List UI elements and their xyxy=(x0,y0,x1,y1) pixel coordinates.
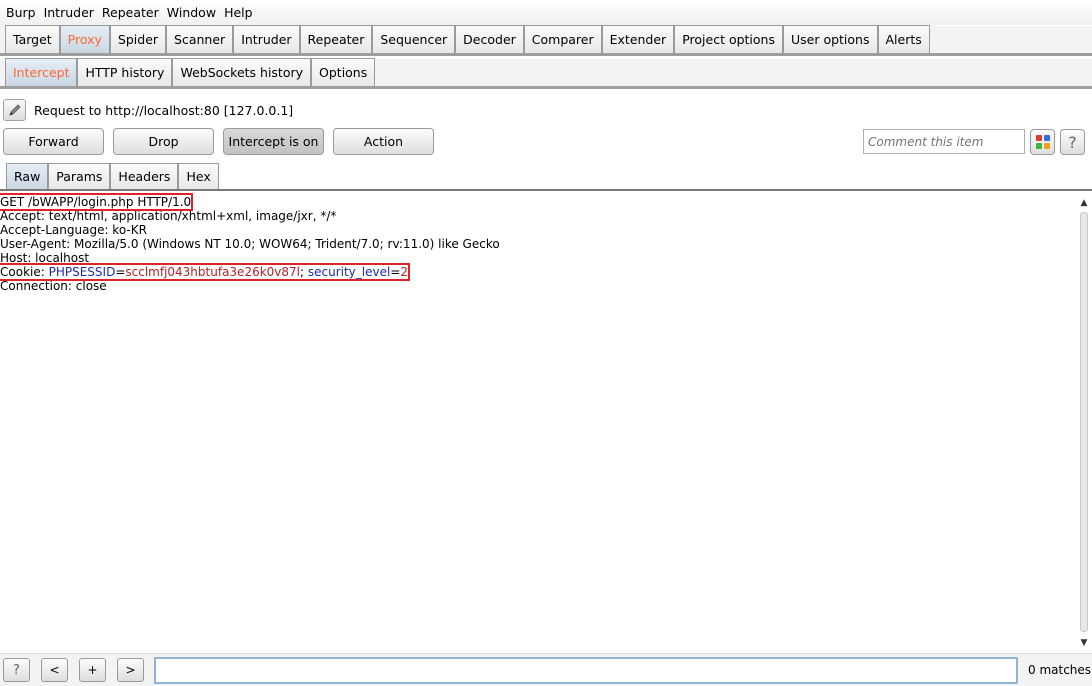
tab-extender[interactable]: Extender xyxy=(601,25,675,53)
match-count: 0 matches xyxy=(1028,663,1092,677)
connection-header: Connection: close xyxy=(0,279,107,293)
tab-params[interactable]: Params xyxy=(48,163,111,189)
message-view-tabbar: Raw Params Headers Hex xyxy=(0,163,1092,191)
tab-proxy[interactable]: Proxy xyxy=(59,25,110,53)
highlight-color-button[interactable] xyxy=(1030,129,1055,155)
next-match-button[interactable]: > xyxy=(117,658,144,682)
tab-websockets-history[interactable]: WebSockets history xyxy=(172,58,312,86)
request-target-label: Request to http://localhost:80 [127.0.0.… xyxy=(34,102,294,118)
tab-decoder[interactable]: Decoder xyxy=(455,25,524,53)
edit-pencil-icon[interactable] xyxy=(3,99,26,121)
search-input[interactable] xyxy=(154,657,1018,684)
request-info-bar: Request to http://localhost:80 [127.0.0.… xyxy=(0,96,1092,124)
cookie-name-phpsessid: PHPSESSID xyxy=(48,265,116,279)
tab-intruder[interactable]: Intruder xyxy=(233,25,300,53)
tab-raw[interactable]: Raw xyxy=(6,163,49,189)
tab-spider[interactable]: Spider xyxy=(109,25,167,53)
menu-repeater[interactable]: Repeater xyxy=(98,5,163,20)
main-tabbar: Target Proxy Spider Scanner Intruder Rep… xyxy=(0,25,1092,56)
cookie-separator: ; xyxy=(300,265,308,279)
menu-burp[interactable]: Burp xyxy=(2,5,40,20)
menu-help[interactable]: Help xyxy=(220,5,257,20)
tab-scanner[interactable]: Scanner xyxy=(166,25,234,53)
tab-intercept[interactable]: Intercept xyxy=(5,58,78,86)
previous-match-button[interactable]: < xyxy=(41,658,68,682)
cookie-value-phpsessid: scclmfj043hbtufa3e26k0v87l xyxy=(125,265,300,279)
cookie-eq: = xyxy=(115,265,126,279)
intercept-toggle-button[interactable]: Intercept is on xyxy=(223,128,324,155)
menu-intruder[interactable]: Intruder xyxy=(40,5,98,20)
scroll-up-arrow-icon[interactable]: ▲ xyxy=(1079,196,1089,210)
cookie-eq: = xyxy=(390,265,401,279)
proxy-subtabbar: Intercept HTTP history WebSockets histor… xyxy=(0,58,1092,89)
cookie-header: Cookie: PHPSESSID=scclmfj043hbtufa3e26k0… xyxy=(0,263,411,281)
comment-input[interactable] xyxy=(863,129,1025,154)
tab-http-history[interactable]: HTTP history xyxy=(77,58,173,86)
user-agent-header: User-Agent: Mozilla/5.0 (Windows NT 10.0… xyxy=(0,237,500,251)
menubar: Burp Intruder Repeater Window Help xyxy=(0,0,1092,25)
tab-headers[interactable]: Headers xyxy=(110,163,179,189)
search-help-button[interactable]: ? xyxy=(3,658,30,682)
raw-request-editor[interactable]: GET /bWAPP/login.php HTTP/1.0 Accept: te… xyxy=(0,193,1078,650)
cookie-value-security-level: 2 xyxy=(400,265,409,279)
color-grid-icon xyxy=(1035,135,1050,149)
tab-hex[interactable]: Hex xyxy=(178,163,219,189)
host-header: Host: localhost xyxy=(0,251,90,265)
cookie-name-security-level: security_level xyxy=(307,265,391,279)
forward-button[interactable]: Forward xyxy=(3,128,104,155)
accept-language-header: Accept-Language: ko-KR xyxy=(0,223,147,237)
tab-sequencer[interactable]: Sequencer xyxy=(372,25,456,53)
scroll-down-arrow-icon[interactable]: ▼ xyxy=(1079,636,1089,650)
accept-header: Accept: text/html, application/xhtml+xml… xyxy=(0,209,337,223)
search-bar: ? < + > 0 matches xyxy=(0,653,1092,686)
drop-button[interactable]: Drop xyxy=(113,128,214,155)
tab-target[interactable]: Target xyxy=(5,25,60,53)
tab-alerts[interactable]: Alerts xyxy=(877,25,930,53)
help-icon[interactable]: ? xyxy=(1060,129,1085,155)
tab-repeater[interactable]: Repeater xyxy=(299,25,373,53)
tab-project-options[interactable]: Project options xyxy=(674,25,783,53)
editor-scrollbar[interactable]: ▲ ▼ xyxy=(1078,194,1090,652)
request-line: GET /bWAPP/login.php HTTP/1.0 xyxy=(0,193,194,211)
cookie-label: Cookie: xyxy=(0,265,49,279)
tab-user-options[interactable]: User options xyxy=(782,25,878,53)
action-button[interactable]: Action xyxy=(333,128,434,155)
search-options-button[interactable]: + xyxy=(79,658,106,682)
scroll-thumb[interactable] xyxy=(1080,212,1088,632)
tab-comparer[interactable]: Comparer xyxy=(523,25,602,53)
menu-window[interactable]: Window xyxy=(163,5,220,20)
tab-options[interactable]: Options xyxy=(311,58,376,86)
